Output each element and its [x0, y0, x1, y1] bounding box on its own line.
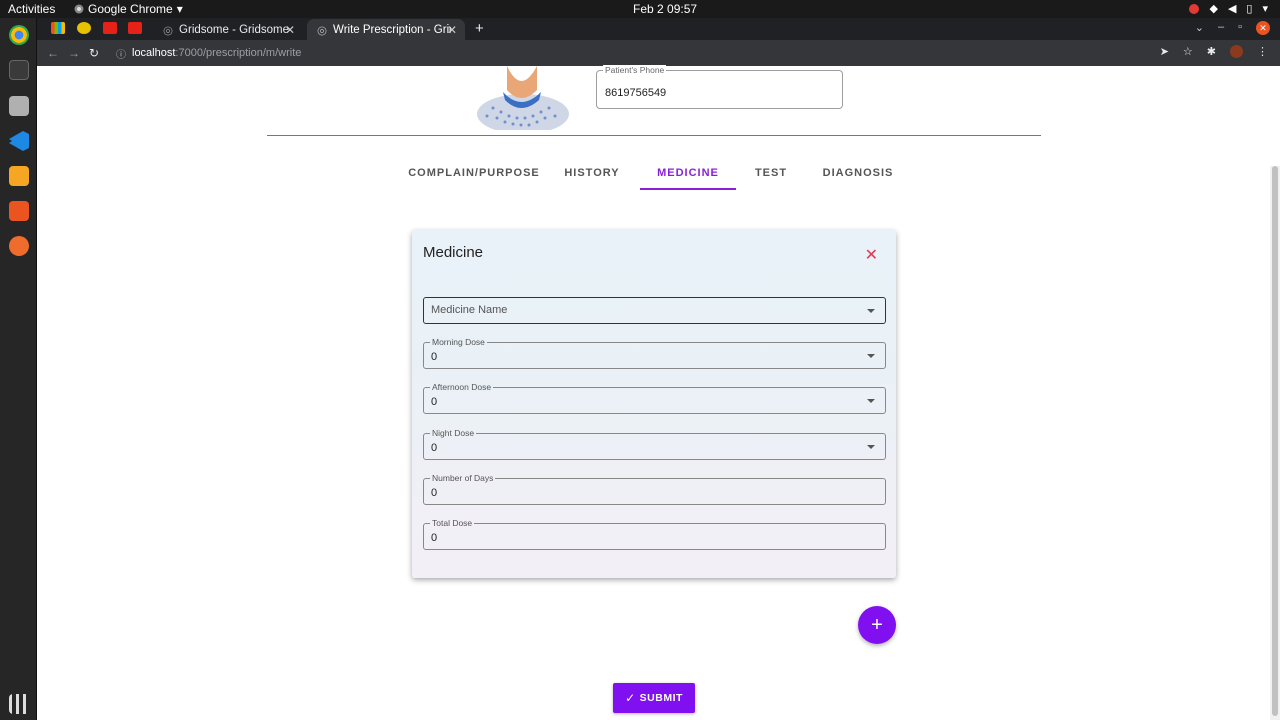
medicine-card: Medicine ✕ Medicine Name Morning Dose 0 … — [412, 230, 896, 578]
url-host: localhost — [132, 47, 176, 59]
vscode-icon[interactable] — [9, 131, 29, 151]
battery-icon: ▯ — [1246, 3, 1253, 15]
restore-icon[interactable]: ▫ — [1238, 21, 1242, 35]
caret-down-icon — [867, 445, 875, 449]
wifi-icon: ◆ — [1209, 3, 1218, 15]
pinned-tab-icon[interactable] — [51, 22, 65, 34]
tab-label: Write Prescription - Grids — [333, 23, 452, 36]
terminal-icon[interactable] — [9, 60, 29, 80]
total-dose-input[interactable]: Total Dose 0 — [423, 518, 886, 550]
card-title: Medicine — [423, 244, 484, 261]
medicine-name-select[interactable]: Medicine Name — [423, 297, 886, 324]
field-label: Night Dose — [430, 428, 477, 438]
dock — [0, 18, 37, 720]
toolbar-actions: ➤ ☆ ✱ ⋮ — [1160, 45, 1268, 58]
window-controls: ⌄ – ▫ ✕ — [1195, 21, 1270, 35]
close-icon[interactable]: ✕ — [285, 23, 295, 37]
chevron-down-icon[interactable]: ⌄ — [1195, 21, 1204, 35]
check-icon: ✓ — [625, 691, 636, 705]
patient-phone-field[interactable]: Patient's Phone 8619756549 — [596, 65, 843, 109]
morning-dose-value: 0 — [431, 351, 438, 363]
close-icon[interactable]: ✕ — [865, 245, 878, 265]
submit-label: SUBMIT — [639, 692, 683, 704]
profile-avatar[interactable] — [1230, 45, 1243, 58]
afternoon-dose-value: 0 — [431, 396, 438, 408]
back-icon[interactable]: ← — [47, 46, 59, 60]
number-of-days-input[interactable]: Number of Days 0 — [423, 473, 886, 505]
field-label: Number of Days — [430, 473, 496, 483]
tab-write-prescription[interactable]: ◎ Write Prescription - Grids ✕ — [307, 19, 465, 40]
night-dose-value: 0 — [431, 442, 438, 454]
tab-label: Gridsome - Gridsome — [179, 23, 289, 36]
page: Patient's Phone 8619756549 COMPLAIN/PURP… — [38, 65, 1280, 720]
caret-down-icon — [867, 354, 875, 358]
send-icon[interactable]: ➤ — [1160, 45, 1169, 58]
volume-icon: ◀ — [1227, 3, 1237, 15]
patient-avatar — [477, 66, 569, 130]
night-dose-select[interactable]: Night Dose 0 — [423, 428, 886, 460]
plus-icon: + — [871, 613, 883, 636]
number-of-days-value: 0 — [431, 487, 438, 499]
system-tray[interactable]: ◆ ◀ ▯ ▾ — [1189, 2, 1268, 15]
scrollbar-thumb[interactable] — [1272, 166, 1278, 716]
tab-diagnosis[interactable]: DIAGNOSIS — [806, 160, 910, 190]
editor-icon[interactable] — [9, 236, 29, 256]
activities-button[interactable]: Activities — [8, 2, 55, 16]
tab-complain-purpose[interactable]: COMPLAIN/PURPOSE — [404, 160, 544, 190]
add-medicine-button[interactable]: + — [858, 606, 896, 644]
caret-down-icon — [867, 399, 875, 403]
phone-value: 8619756549 — [605, 87, 667, 99]
total-dose-value: 0 — [431, 532, 438, 544]
field-label: Morning Dose — [430, 337, 487, 347]
browser-tab-strip: ◎ Gridsome - Gridsome ✕ ◎ Write Prescrip… — [37, 18, 1280, 40]
youtube-tab-icon[interactable] — [128, 22, 142, 34]
tab-medicine[interactable]: MEDICINE — [640, 160, 736, 190]
reload-icon[interactable]: ↻ — [89, 46, 99, 60]
system-top-bar: Activities Google Chrome ▾ Feb 2 09:57 ◆… — [0, 0, 1280, 18]
caret-down-icon — [867, 309, 875, 313]
browser-toolbar: ← → ↻ ⓘ localhost:7000/prescription/m/wr… — [37, 40, 1280, 66]
afternoon-dose-select[interactable]: Afternoon Dose 0 — [423, 382, 886, 414]
clock[interactable]: Feb 2 09:57 — [633, 2, 697, 16]
scrollbar[interactable] — [1270, 166, 1280, 720]
medicine-name-placeholder: Medicine Name — [431, 304, 508, 316]
info-icon[interactable]: ⓘ — [116, 46, 126, 61]
software-store-icon[interactable] — [9, 201, 29, 221]
apps-grid-icon[interactable] — [9, 694, 29, 714]
app-menu[interactable]: Google Chrome ▾ — [74, 2, 183, 16]
close-window-icon[interactable]: ✕ — [1256, 21, 1270, 35]
chrome-icon — [74, 4, 84, 14]
tab-gridsome[interactable]: ◎ Gridsome - Gridsome ✕ — [153, 19, 303, 40]
url-path: :7000/prescription/m/write — [175, 47, 302, 59]
chevron-down-icon: ▾ — [176, 2, 183, 16]
divider — [267, 135, 1041, 136]
star-icon[interactable]: ☆ — [1183, 45, 1193, 58]
chevron-down-icon: ▾ — [1262, 3, 1268, 15]
field-label: Afternoon Dose — [430, 382, 494, 392]
minimize-icon[interactable]: – — [1218, 21, 1224, 35]
files-icon[interactable] — [9, 96, 29, 116]
tab-test[interactable]: TEST — [736, 160, 806, 190]
morning-dose-select[interactable]: Morning Dose 0 — [423, 337, 886, 369]
submit-button[interactable]: ✓ SUBMIT — [613, 683, 695, 713]
close-icon[interactable]: ✕ — [447, 23, 457, 37]
globe-icon: ◎ — [163, 24, 174, 37]
new-tab-icon[interactable]: + — [475, 20, 484, 37]
tab-history[interactable]: HISTORY — [544, 160, 640, 190]
globe-icon: ◎ — [317, 24, 328, 37]
calculator-icon[interactable] — [9, 166, 29, 186]
youtube-tab-icon[interactable] — [103, 22, 117, 34]
app-name: Google Chrome — [88, 2, 173, 16]
chrome-icon[interactable] — [9, 25, 29, 45]
address-bar[interactable]: localhost:7000/prescription/m/write — [132, 47, 301, 59]
pinned-tab-icon[interactable] — [77, 22, 91, 34]
menu-icon[interactable]: ⋮ — [1257, 45, 1268, 58]
field-label: Patient's Phone — [603, 65, 667, 75]
extensions-icon[interactable]: ✱ — [1207, 45, 1216, 58]
forward-icon[interactable]: → — [68, 46, 80, 60]
field-label: Total Dose — [430, 518, 475, 528]
do-not-disturb-icon — [1189, 3, 1200, 14]
